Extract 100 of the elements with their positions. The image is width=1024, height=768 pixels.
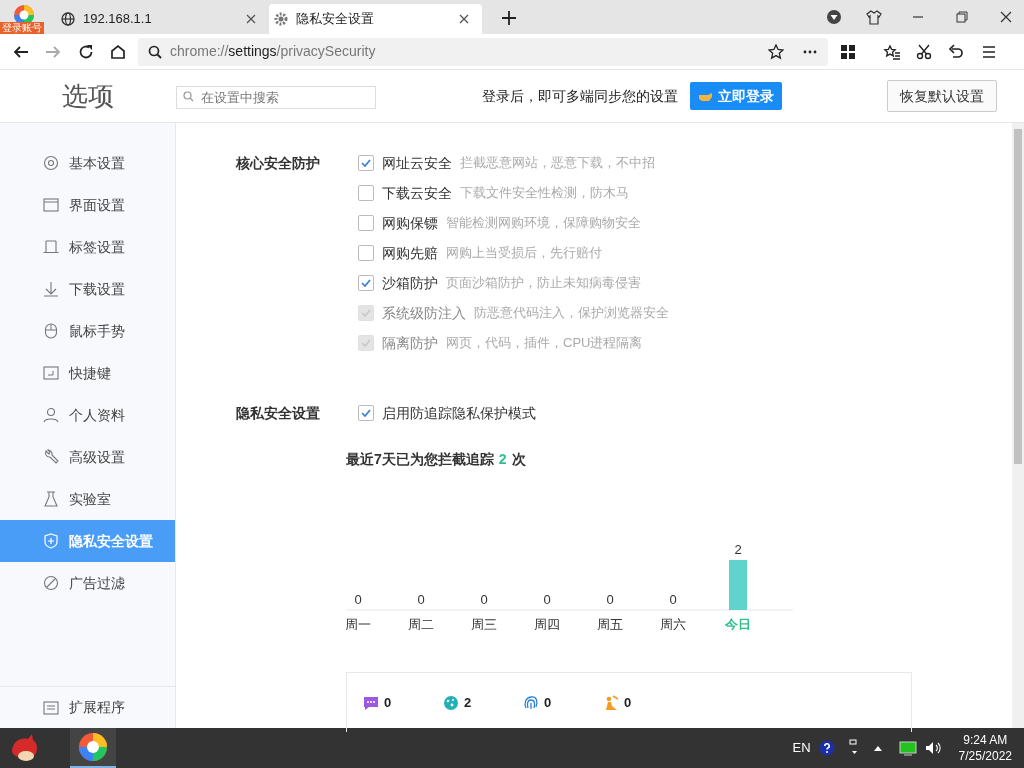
circle-icon (43, 155, 59, 171)
gear-icon (274, 12, 288, 26)
data-label: 0 (669, 592, 677, 607)
url-text: chrome://settings/privacySecurity (170, 42, 377, 61)
reset-button[interactable]: 恢复默认设置 (887, 80, 997, 112)
miner-icon (603, 694, 619, 711)
reload-icon[interactable] (78, 43, 94, 60)
address-bar[interactable]: chrome://settings/privacySecurity (138, 37, 828, 66)
axis-label: 周二 (408, 617, 434, 630)
scrollbar[interactable] (1012, 123, 1024, 728)
volume-icon[interactable] (924, 740, 941, 756)
browser-tab[interactable]: 隐私安全设置 (269, 4, 482, 34)
search-field[interactable]: 在设置中搜索 (176, 85, 376, 109)
axis-label: 周三 (471, 617, 497, 630)
tab-title: 隐私安全设置 (296, 10, 375, 29)
option-description: 网购上当受损后，先行赔付 (446, 244, 602, 263)
language-indicator[interactable]: EN (792, 738, 811, 758)
tab-title: 192.168.1.1 (83, 10, 153, 29)
data-label: 0 (480, 592, 488, 607)
clock-time[interactable]: 9:24 AM (963, 732, 1008, 748)
sidebar-item[interactable]: 高级设置 (0, 436, 175, 478)
option-description: 网页，代码，插件，CPU进程隔离 (446, 334, 643, 353)
close-icon[interactable] (246, 14, 256, 24)
checkbox[interactable] (358, 275, 374, 291)
sidebar-item[interactable]: 鼠标手势 (0, 310, 175, 352)
globe-icon (61, 12, 75, 26)
checkbox[interactable] (358, 155, 374, 171)
sync-text: 登录后，即可多端同步您的设置 (481, 86, 678, 106)
data-label: 0 (354, 592, 362, 607)
page-title: 选项 (61, 79, 115, 113)
favorites-icon[interactable] (883, 43, 901, 60)
option-label: 下载云安全 (382, 183, 452, 203)
sidebar-item[interactable]: 个人资料 (0, 394, 175, 436)
close-window-icon[interactable] (1000, 11, 1012, 23)
checkbox[interactable] (358, 245, 374, 261)
stat-count: 0 (544, 694, 552, 712)
option-label: 系统级防注入 (382, 303, 466, 323)
option-description: 智能检测网购环境，保障购物安全 (446, 214, 641, 233)
blocked-count: 2 (498, 450, 507, 469)
sidebar-item[interactable]: 基本设置 (0, 142, 175, 184)
axis-label: 周四 (534, 617, 560, 630)
keyboard-icon (43, 365, 59, 381)
new-tab-icon[interactable] (502, 11, 516, 25)
option-label: 隔离防护 (382, 333, 438, 353)
summary-text: 次 (511, 450, 526, 469)
window-icon (43, 197, 59, 213)
dropdown-icon[interactable] (826, 9, 842, 25)
star-icon[interactable] (768, 43, 784, 60)
extension-icon (43, 699, 59, 716)
stat-count: 0 (384, 694, 392, 712)
search-icon (148, 44, 162, 59)
scissors-icon[interactable] (916, 43, 932, 60)
stat-count: 0 (624, 694, 632, 712)
search-icon (183, 90, 194, 102)
option-label: 沙箱防护 (382, 273, 438, 293)
data-label: 0 (417, 592, 425, 607)
sidebar-item[interactable]: 实验室 (0, 478, 175, 520)
sidebar-item[interactable]: 标签设置 (0, 226, 175, 268)
option-description: 防恶意代码注入，保护浏览器安全 (474, 304, 669, 323)
tab-icon (43, 239, 59, 255)
display-switch-icon[interactable] (848, 739, 859, 757)
flask-icon (43, 491, 59, 507)
checkbox[interactable] (358, 215, 374, 231)
sidebar-item[interactable]: 界面设置 (0, 184, 175, 226)
fingerprint-icon (523, 694, 539, 711)
stat-count: 2 (464, 694, 472, 712)
restore-icon[interactable] (956, 11, 968, 23)
close-icon[interactable] (459, 14, 469, 24)
axis-label: 周六 (660, 617, 686, 630)
undo-icon[interactable] (948, 43, 964, 60)
option-description: 下载文件安全性检测，防木马 (460, 184, 629, 203)
home-icon[interactable] (110, 43, 126, 60)
check-icon (360, 157, 372, 169)
option-label: 启用防追踪隐私保护模式 (382, 403, 536, 423)
checkbox[interactable] (358, 405, 374, 421)
checkbox[interactable] (358, 185, 374, 201)
tray-expand-icon[interactable] (872, 744, 883, 752)
taskbar-browser-button[interactable] (70, 728, 116, 768)
help-icon[interactable] (818, 740, 835, 756)
chart-bar (729, 560, 747, 610)
summary-text: 最近7天已为您拦截追踪 (346, 450, 494, 469)
sidebar-item[interactable]: 快捷键 (0, 352, 175, 394)
axis-label: 周五 (597, 617, 623, 630)
option-description: 页面沙箱防护，防止未知病毒侵害 (446, 274, 641, 293)
message-icon (363, 694, 379, 711)
check-icon (360, 407, 372, 419)
clock-date[interactable]: 7/25/2022 (958, 748, 1012, 764)
block-icon (43, 575, 59, 591)
apps-grid-icon[interactable] (840, 43, 856, 60)
monitor-icon[interactable] (898, 740, 917, 756)
sidebar-item[interactable]: 广告过滤 (0, 562, 175, 604)
sidebar-item[interactable]: 下载设置 (0, 268, 175, 310)
menu-icon[interactable] (982, 44, 996, 59)
shirt-icon[interactable] (866, 9, 882, 25)
back-icon[interactable] (13, 43, 29, 60)
axis-label: 周一 (346, 617, 371, 630)
section-title: 核心安全防护 (236, 154, 321, 173)
data-label: 0 (543, 592, 551, 607)
option-description: 拦截恶意网站，恶意下载，不中招 (460, 154, 655, 173)
data-label: 2 (734, 542, 742, 557)
